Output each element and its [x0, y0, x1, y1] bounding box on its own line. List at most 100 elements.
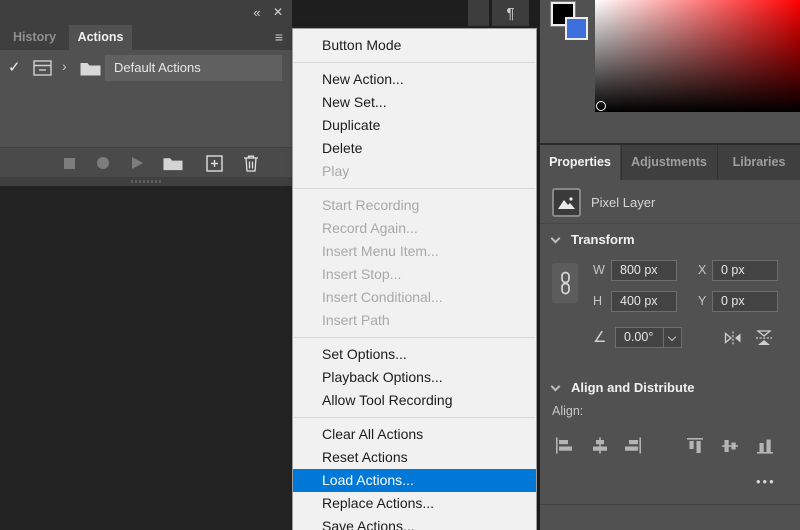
- flip-horizontal-icon: [724, 331, 741, 344]
- flip-vertical-button[interactable]: [753, 327, 775, 348]
- new-set-button[interactable]: [160, 148, 186, 178]
- flip-horizontal-button[interactable]: [722, 327, 744, 348]
- actions-list: ✓ › Default Actions: [0, 50, 292, 147]
- action-set-row[interactable]: ✓ › Default Actions: [0, 55, 292, 81]
- menu-item-replace-actions[interactable]: Replace Actions...: [293, 492, 536, 515]
- align-title: Align and Distribute: [571, 380, 695, 395]
- x-label: X: [698, 263, 707, 277]
- more-options-button[interactable]: •••: [756, 474, 776, 489]
- angle-dropdown-button[interactable]: [664, 327, 682, 348]
- menu-item-new-set[interactable]: New Set...: [293, 91, 536, 114]
- rotation-angle-field[interactable]: 0.00°: [615, 327, 664, 348]
- y-label: Y: [698, 294, 707, 308]
- align-horizontal-centers-button[interactable]: [590, 437, 612, 455]
- new-plus-icon: [205, 154, 223, 172]
- menu-item-reset-actions[interactable]: Reset Actions: [293, 446, 536, 469]
- align-top-edges-button[interactable]: [685, 437, 707, 455]
- section-divider: [540, 504, 800, 505]
- width-field[interactable]: 800 px: [611, 260, 677, 281]
- paragraph-panel-button[interactable]: ¶: [492, 0, 529, 26]
- actions-toolbar: [0, 147, 292, 177]
- transform-section-header[interactable]: Transform: [540, 230, 800, 250]
- menu-item-set-options[interactable]: Set Options...: [293, 343, 536, 366]
- close-panel-icon[interactable]: ✕: [268, 0, 288, 25]
- menu-item-playback-options[interactable]: Playback Options...: [293, 366, 536, 389]
- menu-item-button-mode[interactable]: Button Mode: [293, 34, 536, 57]
- height-field[interactable]: 400 px: [611, 291, 677, 312]
- pixel-layer-thumbnail: [552, 188, 581, 217]
- action-set-name[interactable]: Default Actions: [105, 55, 282, 81]
- menu-item-clear-all-actions[interactable]: Clear All Actions: [293, 423, 536, 446]
- align-right-edges-button[interactable]: [622, 437, 644, 455]
- menu-separator: [294, 62, 535, 63]
- right-panel: Properties Adjustments Libraries Pixel L…: [540, 0, 800, 530]
- panel-menu-icon[interactable]: ≡: [269, 25, 289, 50]
- menu-item-record-again: Record Again...: [322, 220, 418, 236]
- menu-item-play: Play: [322, 163, 350, 179]
- play-button[interactable]: [124, 148, 150, 178]
- tab-adjustments[interactable]: Adjustments: [621, 145, 716, 180]
- new-action-button[interactable]: [201, 148, 227, 178]
- tab-actions[interactable]: Actions: [69, 25, 132, 50]
- paragraph-icon: ¶: [506, 4, 515, 22]
- layer-type-row: Pixel Layer: [540, 182, 800, 224]
- actions-panel-titlebar: « ✕: [0, 0, 292, 25]
- menu-item-save-actions[interactable]: Save Actions...: [293, 515, 536, 530]
- record-button[interactable]: [90, 148, 116, 178]
- chevron-down-icon: [550, 381, 561, 392]
- photoshop-screen: ¶ « ✕ History Actions ≡ ✓ › Default Acti…: [0, 0, 800, 530]
- chevron-down-icon: [550, 233, 561, 244]
- align-bottom-edges-button[interactable]: [755, 437, 777, 455]
- align-horizontal-centers-icon: [593, 437, 607, 454]
- layer-type-label: Pixel Layer: [591, 195, 656, 210]
- expand-chevron-icon[interactable]: ›: [62, 58, 67, 74]
- menu-item-new-action[interactable]: New Action...: [293, 68, 536, 91]
- tab-properties[interactable]: Properties: [540, 145, 620, 180]
- chain-link-icon: [560, 271, 570, 295]
- align-right-icon: [625, 437, 641, 454]
- align-left-edges-button[interactable]: [555, 437, 577, 455]
- angle-icon: ∠: [593, 329, 607, 346]
- image-icon: [558, 196, 575, 209]
- panel-resize-grip[interactable]: [0, 177, 292, 186]
- height-label: H: [593, 294, 603, 308]
- align-vertical-centers-button[interactable]: [720, 437, 742, 455]
- properties-tabbar: Properties Adjustments Libraries: [540, 145, 800, 180]
- align-section-header[interactable]: Align and Distribute: [540, 378, 800, 398]
- menu-item-duplicate[interactable]: Duplicate: [293, 114, 536, 137]
- color-cursor-icon[interactable]: [596, 101, 606, 111]
- link-dimensions-button[interactable]: [552, 263, 578, 303]
- y-field[interactable]: 0 px: [712, 291, 778, 312]
- include-check-icon[interactable]: ✓: [8, 58, 21, 76]
- dialog-toggle-icon[interactable]: [33, 60, 52, 76]
- menu-item-insert-path: Insert Path: [322, 312, 390, 328]
- delete-button[interactable]: [238, 148, 264, 178]
- menu-item-allow-tool-recording[interactable]: Allow Tool Recording: [293, 389, 536, 412]
- grip-dashes: [131, 180, 163, 183]
- x-field[interactable]: 0 px: [712, 260, 778, 281]
- play-icon: [131, 157, 143, 169]
- align-label: Align:: [552, 404, 584, 418]
- dock-panel-block[interactable]: [468, 0, 489, 26]
- menu-item-load-actions[interactable]: Load Actions...: [293, 469, 536, 492]
- align-vertical-centers-icon: [722, 440, 738, 452]
- set-folder-icon: [80, 61, 101, 76]
- transform-title: Transform: [571, 232, 635, 247]
- top-dock-strip: ¶: [292, 0, 540, 26]
- background-color-swatch[interactable]: [565, 17, 588, 40]
- tab-libraries[interactable]: Libraries: [717, 145, 800, 180]
- actions-flyout-menu: Button Mode New Action... New Set... Dup…: [292, 28, 537, 530]
- menu-item-delete[interactable]: Delete: [293, 137, 536, 160]
- record-icon: [97, 157, 109, 169]
- menu-item-insert-stop: Insert Stop...: [322, 266, 402, 282]
- stop-button[interactable]: [56, 148, 82, 178]
- tab-history[interactable]: History: [0, 25, 69, 50]
- menu-item-insert-menu-item: Insert Menu Item...: [322, 243, 439, 259]
- align-left-icon: [556, 437, 572, 454]
- collapse-panel-icon[interactable]: «: [246, 0, 266, 25]
- flip-vertical-icon: [756, 329, 772, 345]
- color-picker-field[interactable]: [595, 0, 800, 112]
- trash-icon: [244, 155, 258, 172]
- align-bottom-icon: [757, 439, 773, 454]
- actions-panel: « ✕ History Actions ≡ ✓ › Default Action…: [0, 0, 292, 186]
